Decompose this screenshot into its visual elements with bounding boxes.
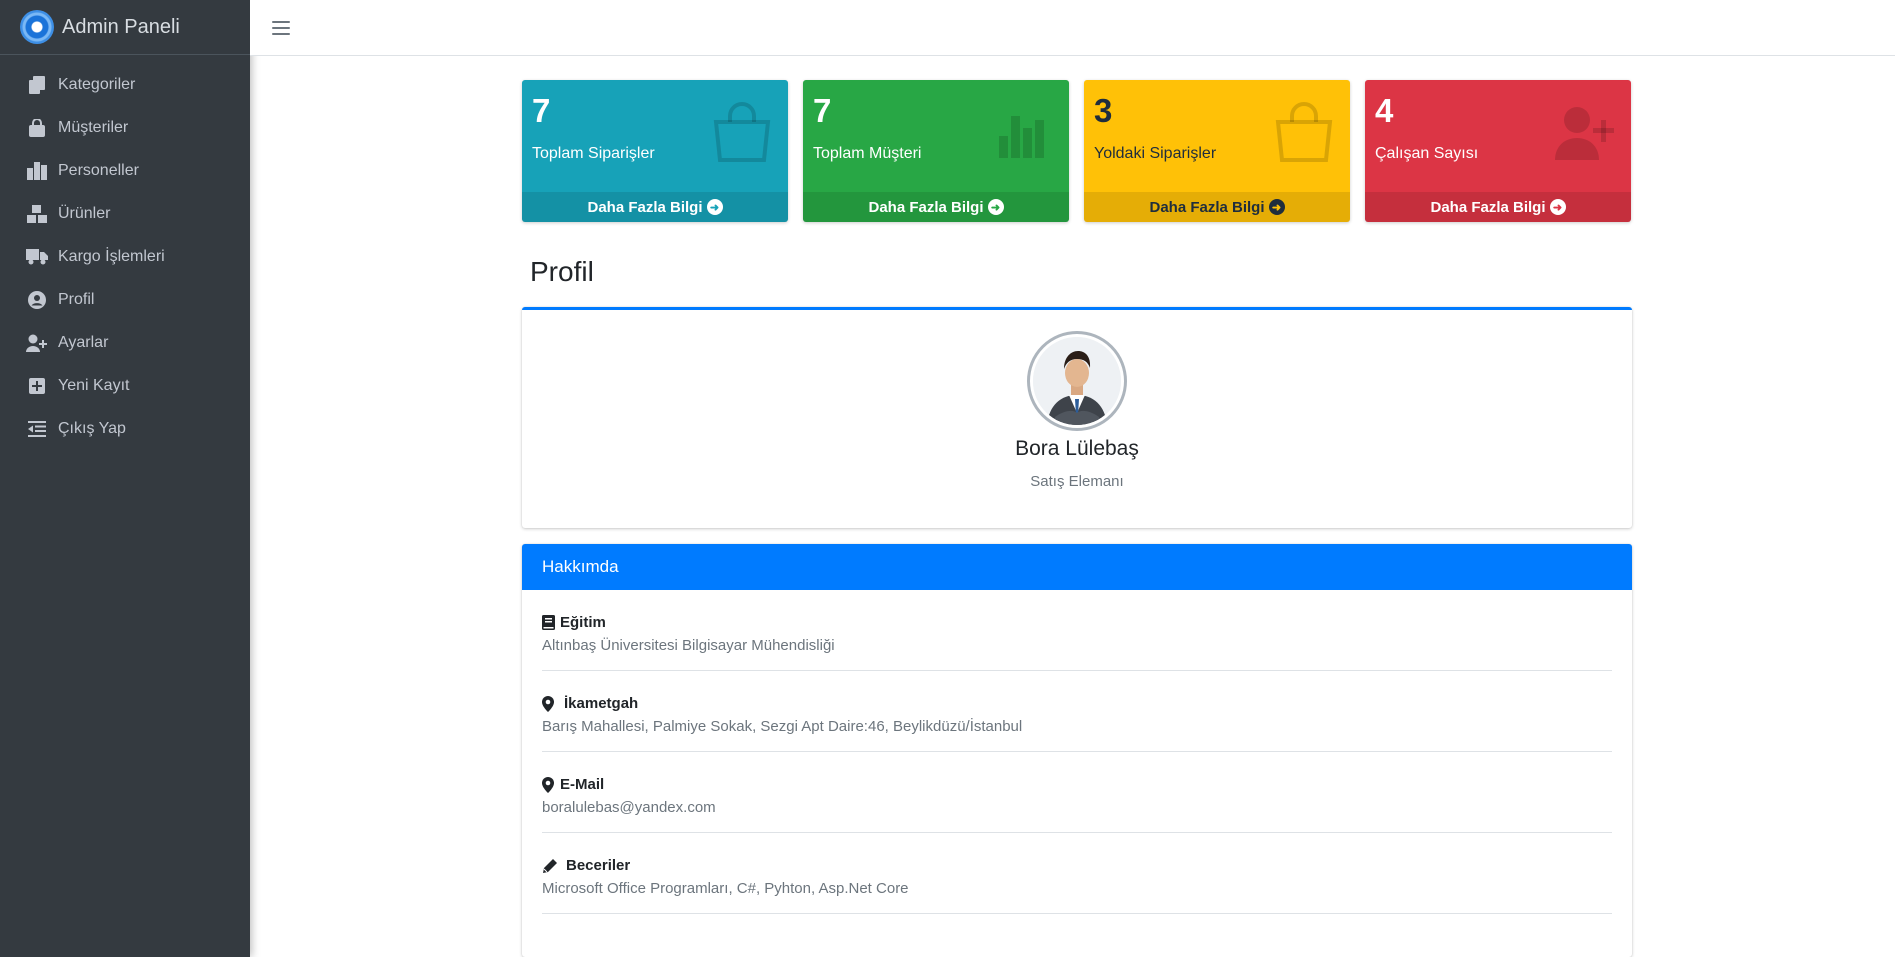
sidebar-item-profil[interactable]: Profil: [0, 278, 250, 321]
sidebar-item-cikis[interactable]: Çıkış Yap: [0, 407, 250, 450]
arrow-circle-right-icon: ➜: [987, 199, 1004, 215]
more-info-link[interactable]: Daha Fazla Bilgi ➜: [1084, 192, 1350, 222]
stat-label: Toplam Müşteri: [813, 145, 922, 162]
user-circle-icon: [26, 290, 48, 310]
book-icon: [542, 615, 556, 631]
about-item-title: Eğitim: [560, 614, 606, 631]
avatar: [1027, 331, 1127, 431]
sidebar-item-label: Personeller: [58, 161, 139, 179]
about-item-value: Microsoft Office Programları, C#, Pyhton…: [542, 880, 909, 897]
page-title: Profil: [530, 256, 594, 287]
more-info-label: Daha Fazla Bilgi: [587, 198, 703, 216]
more-info-label: Daha Fazla Bilgi: [868, 198, 984, 216]
more-info-link[interactable]: Daha Fazla Bilgi ➜: [1365, 192, 1631, 222]
sidebar-item-label: Profil: [58, 290, 95, 308]
about-card: Hakkımda Eğitim Altınbaş Üniversitesi Bi…: [522, 544, 1632, 957]
more-info-label: Daha Fazla Bilgi: [1430, 198, 1546, 216]
user-plus-icon: [26, 333, 48, 353]
about-item-title: Beceriler: [566, 857, 631, 874]
more-info-link[interactable]: Daha Fazla Bilgi ➜: [803, 192, 1069, 222]
building-icon: [26, 161, 48, 181]
sidebar-item-kargo[interactable]: Kargo İşlemleri: [0, 235, 250, 278]
stat-label: Toplam Siparişler: [532, 145, 655, 162]
profile-role: Satış Elemanı: [1030, 473, 1124, 490]
about-item-skills: Beceriler Microsoft Office Programları, …: [542, 833, 1612, 914]
arrow-circle-right-icon: ➜: [706, 199, 723, 215]
stat-value: 7: [532, 92, 551, 129]
about-item-residence: İkametgah Barış Mahallesi, Palmiye Sokak…: [542, 671, 1612, 752]
arrow-circle-right-icon: ➜: [1268, 199, 1285, 215]
sidebar: Admin Paneli Kategoriler Müşteriler Pers…: [0, 0, 250, 957]
sidebar-item-ayarlar[interactable]: Ayarlar: [0, 321, 250, 364]
boxes-icon: [26, 204, 48, 224]
shopping-bag-icon: [1275, 102, 1333, 162]
stats-row: 7 Toplam Siparişler Daha Fazla Bilgi ➜ 7 …: [522, 80, 1632, 222]
sidebar-item-label: Çıkış Yap: [58, 419, 126, 437]
stat-box-employee-count: 4 Çalışan Sayısı Daha Fazla Bilgi ➜: [1365, 80, 1631, 222]
profile-card: Bora Lülebaş Satış Elemanı: [522, 307, 1632, 528]
stat-value: 3: [1094, 92, 1113, 129]
stat-label: Çalışan Sayısı: [1375, 145, 1479, 162]
truck-icon: [26, 247, 48, 267]
sidebar-item-kategoriler[interactable]: Kategoriler: [0, 63, 250, 106]
stat-box-total-customers: 7 Toplam Müşteri Daha Fazla Bilgi ➜: [803, 80, 1069, 222]
plus-square-icon: [26, 376, 48, 396]
stat-box-total-orders: 7 Toplam Siparişler Daha Fazla Bilgi ➜: [522, 80, 788, 222]
about-item-value: Altınbaş Üniversitesi Bilgisayar Mühendi…: [542, 637, 835, 654]
about-item-value: Barış Mahallesi, Palmiye Sokak, Sezgi Ap…: [542, 718, 1023, 735]
brand-logo-icon: [20, 10, 54, 44]
about-header: Hakkımda: [522, 544, 1632, 590]
brand-title: Admin Paneli: [62, 15, 180, 38]
shopping-bag-icon: [713, 102, 771, 162]
about-item-email: E-Mail boralulebas@yandex.com: [542, 752, 1612, 833]
copy-icon: [26, 75, 48, 95]
stat-box-orders-in-transit: 3 Yoldaki Siparişler Daha Fazla Bilgi ➜: [1084, 80, 1350, 222]
stat-value: 4: [1375, 92, 1394, 129]
sidebar-item-urunler[interactable]: Ürünler: [0, 192, 250, 235]
brand-link[interactable]: Admin Paneli: [0, 0, 250, 55]
arrow-circle-right-icon: ➜: [1549, 199, 1566, 215]
profile-name: Bora Lülebaş: [1015, 437, 1139, 460]
pencil-icon: [542, 858, 558, 874]
sidebar-item-yeni-kayit[interactable]: Yeni Kayıt: [0, 364, 250, 407]
sidebar-item-label: Kategoriler: [58, 75, 136, 93]
map-marker-icon: [542, 695, 556, 712]
sidebar-item-label: Yeni Kayıt: [58, 376, 130, 394]
map-marker-icon: [542, 776, 556, 793]
sidebar-nav: Kategoriler Müşteriler Personeller Ürünl…: [0, 55, 250, 450]
more-info-label: Daha Fazla Bilgi: [1149, 198, 1265, 216]
bar-chart-icon: [999, 116, 1044, 158]
more-info-link[interactable]: Daha Fazla Bilgi ➜: [522, 192, 788, 222]
sidebar-item-label: Müşteriler: [58, 118, 129, 136]
about-item-title: İkametgah: [564, 695, 639, 712]
sidebar-item-musteriler[interactable]: Müşteriler: [0, 106, 250, 149]
sidebar-item-label: Ürünler: [58, 204, 111, 222]
shopping-bag-icon: [26, 118, 48, 138]
stat-label: Yoldaki Siparişler: [1094, 145, 1217, 162]
about-item-value: boralulebas@yandex.com: [542, 799, 716, 816]
user-plus-icon: [1555, 107, 1614, 160]
sidebar-item-label: Ayarlar: [58, 333, 109, 351]
about-item-title: E-Mail: [560, 776, 605, 793]
sidebar-item-personeller[interactable]: Personeller: [0, 149, 250, 192]
top-navbar: [250, 0, 1895, 56]
stat-value: 7: [813, 92, 832, 129]
menu-toggle-icon[interactable]: [272, 20, 290, 35]
outdent-icon: [26, 419, 48, 439]
sidebar-item-label: Kargo İşlemleri: [58, 247, 165, 265]
about-item-education: Eğitim Altınbaş Üniversitesi Bilgisayar …: [542, 590, 1612, 671]
person-photo-icon: [1033, 337, 1121, 425]
